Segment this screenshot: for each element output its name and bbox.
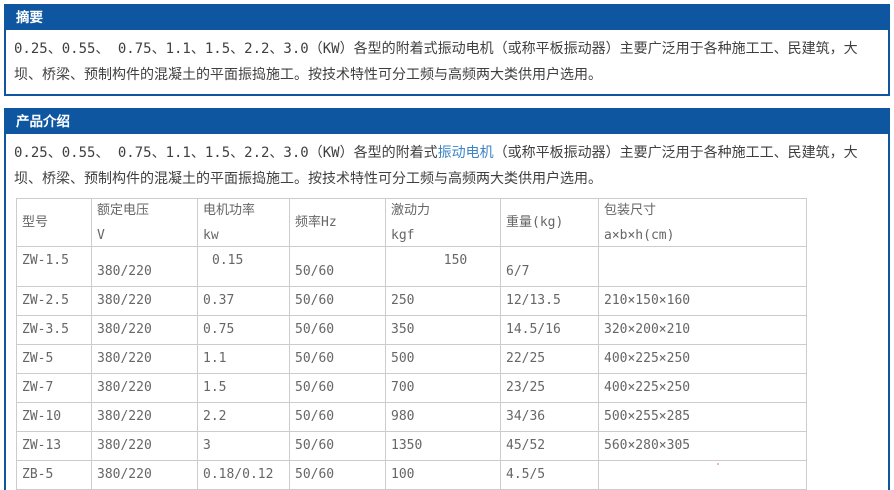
cell-voltage: 380/220 [92,247,198,287]
table-header-row: 型号 额定电压V 电机功率kw 频率Hz 激动力kgf 重量(kg) 包装尺寸a… [17,199,807,247]
intro-text-before: 0.25、0.55、 0.75、1.1、1.5、2.2、3.0（KW）各型的附着… [14,145,438,161]
summary-text: 0.25、0.55、 0.75、1.1、1.5、2.2、3.0（KW）各型的附着… [6,30,888,94]
cell-force: 700 [386,374,501,403]
table-row: ZB-5 380/220 0.18/0.12 50/60 100 4.5/5 [17,461,807,490]
cell-frequency: 50/60 [290,247,386,287]
col-header-force: 激动力kgf [386,199,501,247]
cell-packing [599,247,807,287]
cell-frequency: 50/60 [290,403,386,432]
cell-force: 1350 [386,432,501,461]
table-row: ZW-13 380/220 3 50/60 1350 45/52 560×280… [17,432,807,461]
cell-voltage: 380/220 [92,374,198,403]
cell-frequency: 50/60 [290,287,386,316]
cell-power: 0.75 [198,316,290,345]
cell-voltage: 380/220 [92,403,198,432]
cell-weight: 14.5/16 [501,316,599,345]
cell-frequency: 50/60 [290,374,386,403]
cell-weight: 12/13.5 [501,287,599,316]
cell-packing: 400×225×250 [599,345,807,374]
col-header-power: 电机功率kw [198,199,290,247]
cell-model: ZB-5 [17,461,92,490]
product-intro-body: 0.25、0.55、 0.75、1.1、1.5、2.2、3.0（KW）各型的附着… [6,134,888,490]
cell-packing [599,461,807,490]
col-header-packing: 包装尺寸a×b×h(cm) [599,199,807,247]
cell-frequency: 50/60 [290,461,386,490]
cell-power: 3 [198,432,290,461]
cell-force: 250 [386,287,501,316]
product-intro-paragraph: 0.25、0.55、 0.75、1.1、1.5、2.2、3.0（KW）各型的附着… [14,140,878,192]
product-intro-section: 产品介绍 0.25、0.55、 0.75、1.1、1.5、2.2、3.0（KW）… [4,108,890,490]
cell-voltage: 380/220 [92,345,198,374]
cell-force: 350 [386,316,501,345]
cell-force: 100 [386,461,501,490]
cell-voltage: 380/220 [92,432,198,461]
cell-force: 150 [386,247,501,287]
table-row: ZW-5 380/220 1.1 50/60 500 22/25 400×225… [17,345,807,374]
cell-model: ZW-10 [17,403,92,432]
cell-power: 0.15 [198,247,290,287]
table-row: ZW-1.5 380/220 0.15 50/60 150 6/7 [17,247,807,287]
table-row: ZW-7 380/220 1.5 50/60 700 23/25 400×225… [17,374,807,403]
col-header-frequency: 频率Hz [290,199,386,247]
stray-pink-dot [717,463,719,465]
cell-force: 980 [386,403,501,432]
cell-frequency: 50/60 [290,432,386,461]
cell-model: ZW-5 [17,345,92,374]
cell-voltage: 380/220 [92,287,198,316]
table-row: ZW-3.5 380/220 0.75 50/60 350 14.5/16 32… [17,316,807,345]
cell-power: 2.2 [198,403,290,432]
table-row: ZW-10 380/220 2.2 50/60 980 34/36 500×25… [17,403,807,432]
cell-packing: 500×255×285 [599,403,807,432]
cell-weight: 23/25 [501,374,599,403]
cell-power: 0.37 [198,287,290,316]
col-header-model: 型号 [17,199,92,247]
cell-model: ZW-2.5 [17,287,92,316]
cell-frequency: 50/60 [290,316,386,345]
cell-weight: 34/36 [501,403,599,432]
spec-table: 型号 额定电压V 电机功率kw 频率Hz 激动力kgf 重量(kg) 包装尺寸a… [16,198,807,490]
cell-model: ZW-7 [17,374,92,403]
cell-weight: 45/52 [501,432,599,461]
cell-packing: 320×200×210 [599,316,807,345]
summary-section-title: 摘要 [6,6,888,30]
cell-voltage: 380/220 [92,316,198,345]
cell-packing: 210×150×160 [599,287,807,316]
col-header-weight: 重量(kg) [501,199,599,247]
product-intro-section-title: 产品介绍 [6,110,888,134]
cell-weight: 4.5/5 [501,461,599,490]
cell-packing: 400×225×250 [599,374,807,403]
cell-voltage: 380/220 [92,461,198,490]
cell-frequency: 50/60 [290,345,386,374]
cell-power: 1.1 [198,345,290,374]
vibration-motor-link[interactable]: 振动电机 [438,145,494,161]
cell-packing: 560×280×305 [599,432,807,461]
col-header-voltage: 额定电压V [92,199,198,247]
cell-model: ZW-13 [17,432,92,461]
cell-model: ZW-3.5 [17,316,92,345]
cell-power: 1.5 [198,374,290,403]
cell-power: 0.18/0.12 [198,461,290,490]
table-row: ZW-2.5 380/220 0.37 50/60 250 12/13.5 21… [17,287,807,316]
cell-weight: 6/7 [501,247,599,287]
cell-model: ZW-1.5 [17,247,92,287]
cell-weight: 22/25 [501,345,599,374]
summary-section: 摘要 0.25、0.55、 0.75、1.1、1.5、2.2、3.0（KW）各型… [4,4,890,96]
cell-force: 500 [386,345,501,374]
